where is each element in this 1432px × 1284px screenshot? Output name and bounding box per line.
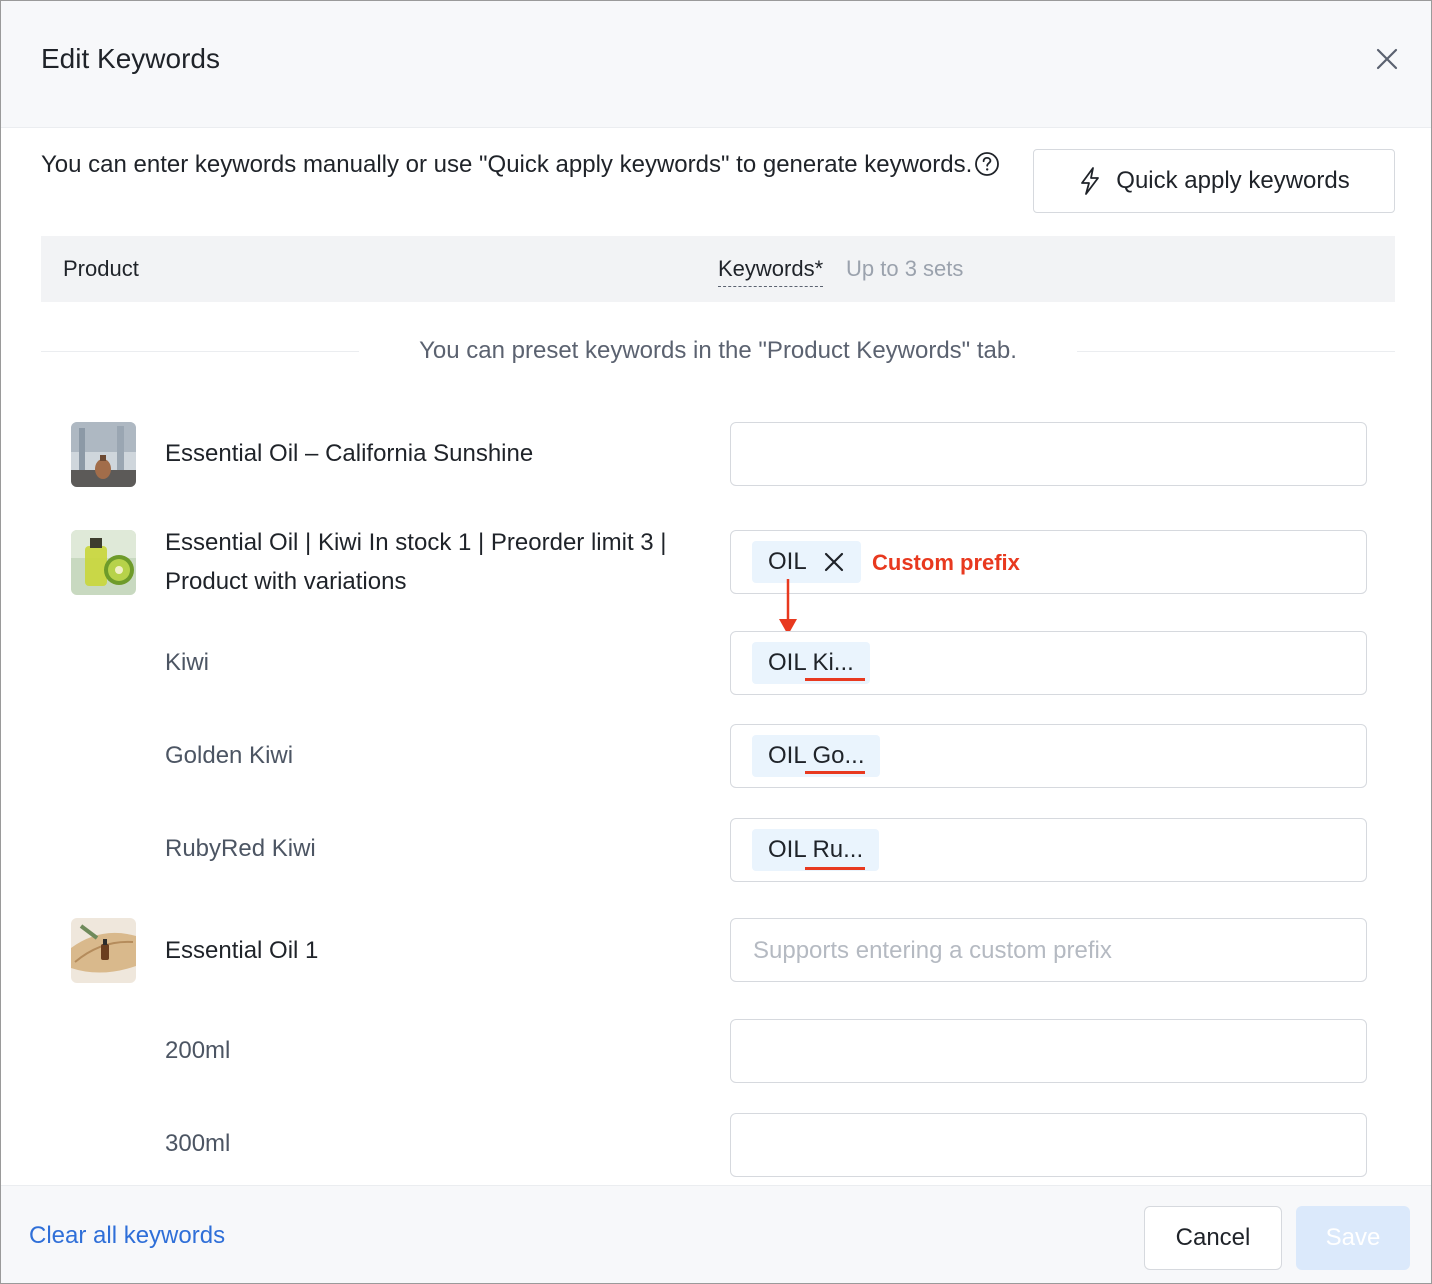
variant-name: 300ml	[165, 1130, 231, 1157]
edit-keywords-dialog: Edit Keywords You can enter keywords man…	[0, 0, 1432, 1284]
column-keywords[interactable]: Keywords*	[718, 256, 824, 287]
variant-name: 200ml	[165, 1037, 231, 1064]
table-header: Product Keywords* Up to 3 sets	[41, 236, 1395, 302]
product-name: Essential Oil | Kiwi In stock 1 | Preord…	[165, 529, 667, 595]
close-icon[interactable]	[823, 551, 845, 573]
keywords-input[interactable]	[730, 918, 1367, 983]
keywords-input[interactable]	[730, 1019, 1367, 1084]
lightning-icon	[1081, 167, 1100, 195]
close-icon[interactable]	[1369, 41, 1405, 77]
keyword-tag-label: OIL Go...	[768, 742, 865, 769]
dialog-footer: Clear all keywords Cancel Save	[1, 1185, 1431, 1283]
custom-prefix-annotation: Custom prefix	[872, 550, 1020, 575]
keywords-text-input[interactable]	[751, 1020, 1345, 1084]
keyword-tag: OIL Ru...	[752, 829, 880, 871]
annotation-underline	[805, 867, 865, 870]
preset-note-divider: You can preset keywords in the "Product …	[41, 331, 1395, 371]
keywords-input[interactable]: OIL Ki...	[730, 631, 1367, 695]
keywords-input[interactable]: OIL	[730, 530, 1367, 594]
variant-name: Golden Kiwi	[165, 742, 294, 769]
column-product: Product	[63, 256, 139, 281]
preset-note: You can preset keywords in the "Product …	[419, 337, 1017, 364]
product-image	[71, 422, 136, 487]
keywords-input[interactable]: OIL Go...	[730, 724, 1367, 788]
product-name: Essential Oil 1	[165, 937, 319, 964]
annotation-underline	[805, 678, 865, 681]
dialog-header: Edit Keywords	[1, 1, 1431, 128]
intro-text-content: You can enter keywords manually or use "…	[41, 151, 973, 178]
quick-apply-label: Quick apply keywords	[1116, 167, 1350, 194]
product-image	[71, 918, 136, 983]
keyword-tag-label: OIL Ru...	[768, 836, 864, 863]
quick-apply-keywords-button[interactable]: Quick apply keywords	[1033, 149, 1395, 213]
product-image	[71, 530, 136, 595]
clear-all-keywords-link[interactable]: Clear all keywords	[29, 1222, 225, 1250]
intro-text: You can enter keywords manually or use "…	[41, 147, 1001, 183]
keyword-tag: OIL	[752, 541, 861, 583]
variant-name: RubyRed Kiwi	[165, 835, 316, 862]
keywords-text-input[interactable]	[751, 1114, 1345, 1178]
keyword-tag-label: OIL	[768, 548, 807, 575]
keyword-tag-label: OIL Ki...	[768, 649, 854, 676]
keywords-input[interactable]	[730, 1113, 1367, 1178]
keywords-input[interactable]	[730, 422, 1367, 487]
help-icon[interactable]	[974, 151, 1000, 177]
dialog-title: Edit Keywords	[41, 43, 220, 74]
product-name: Essential Oil – California Sunshine	[165, 440, 534, 467]
annotation-underline	[805, 771, 865, 774]
keywords-text-input[interactable]	[751, 423, 1345, 487]
save-button[interactable]: Save	[1296, 1206, 1410, 1270]
custom-prefix-input[interactable]	[751, 919, 1345, 983]
cancel-button[interactable]: Cancel	[1144, 1206, 1282, 1270]
annotation-arrow-icon	[779, 579, 797, 635]
column-keywords-hint: Up to 3 sets	[846, 256, 964, 281]
variant-name: Kiwi	[165, 649, 210, 676]
keywords-input[interactable]: OIL Ru...	[730, 818, 1367, 882]
